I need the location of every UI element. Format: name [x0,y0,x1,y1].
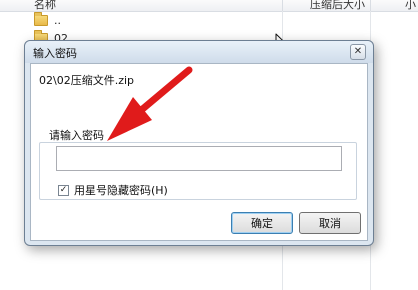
dialog-title: 输入密码 [33,47,77,60]
column-divider[interactable] [370,0,371,11]
dialog-body: 02\02压缩文件.zip 请输入密码 ✓ 用星号隐藏密码(H) 确定 取消 [30,63,368,241]
hide-password-option[interactable]: ✓ 用星号隐藏密码(H) [58,182,168,198]
dialog-titlebar[interactable]: 输入密码 ✕ [25,41,373,63]
column-compressed-size[interactable]: 压缩后大小 [310,0,365,12]
password-group-label: 请输入密码 [49,129,104,142]
ok-button[interactable]: 确定 [231,212,293,234]
password-dialog: 输入密码 ✕ 02\02压缩文件.zip 请输入密码 ✓ 用星号隐藏密码(H) … [24,40,374,246]
file-path-label: 02\02压缩文件.zip [39,74,135,87]
password-input[interactable] [56,146,342,171]
close-icon: ✕ [353,46,363,57]
close-button[interactable]: ✕ [350,44,366,60]
list-item-parent[interactable]: .. [34,11,61,29]
file-list-header: 名称 压缩后大小 小 [0,0,418,12]
cancel-button[interactable]: 取消 [299,212,361,234]
list-item-label: .. [54,13,61,27]
column-extra[interactable]: 小 [405,0,416,12]
hide-password-label[interactable]: 用星号隐藏密码(H) [74,182,168,198]
hide-password-checkbox[interactable]: ✓ [58,184,69,196]
column-divider[interactable] [282,0,283,11]
checkmark-icon: ✓ [59,184,68,195]
folder-icon [34,11,48,26]
